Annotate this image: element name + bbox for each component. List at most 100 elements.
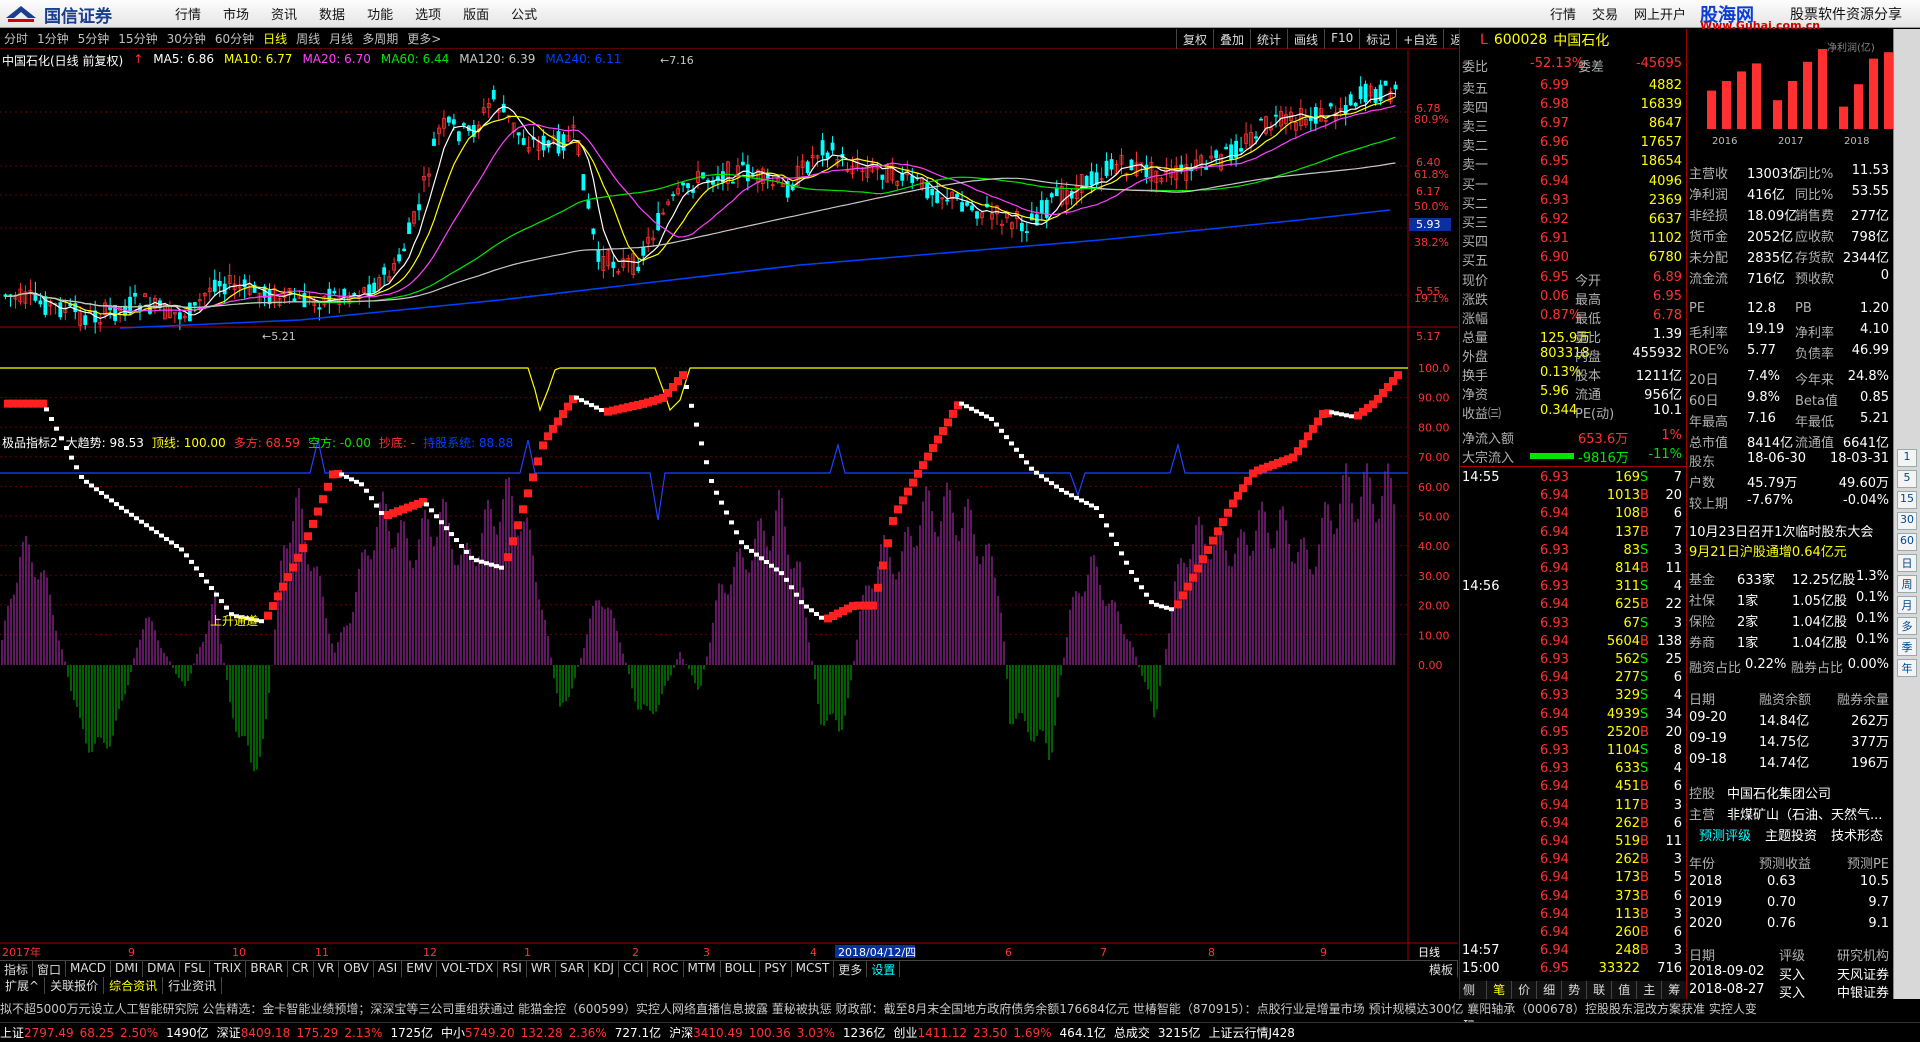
period-shortcut[interactable]: 周 xyxy=(1897,575,1917,593)
info-tab[interactable]: 行业资讯 xyxy=(163,977,223,994)
menu-item[interactable]: 市场 xyxy=(223,4,249,23)
indicator-tab[interactable]: ASI xyxy=(374,961,403,977)
index-quote[interactable]: 上证2797.49 68.25 2.50% 1490亿 xyxy=(0,1024,209,1041)
info-tab[interactable]: 综合资讯 xyxy=(104,977,164,994)
period-shortcut[interactable]: 15 xyxy=(1897,491,1917,509)
period-shortcut[interactable]: 季 xyxy=(1897,638,1917,656)
indicator-tab[interactable]: CR xyxy=(288,961,314,977)
menu-item[interactable]: 公式 xyxy=(511,4,537,23)
info-tab[interactable]: 扩展^ xyxy=(0,977,46,994)
indicator-tab[interactable]: TRIX xyxy=(210,961,247,977)
tick-tab[interactable]: 筹 xyxy=(1661,981,1686,999)
tick-tab[interactable]: 笔 xyxy=(1486,981,1511,999)
f10-panel: 净利润(亿) 2016 2017 2018 主营收 13003亿 同比% 11.53 净利润 4… xyxy=(1686,29,1893,1001)
tick-volume: 5604 xyxy=(1606,633,1640,649)
chart-tool-button[interactable]: 叠加 xyxy=(1213,29,1250,49)
menu-open-account[interactable]: 网上开户 xyxy=(1634,4,1686,23)
period-tab[interactable]: 更多> xyxy=(407,30,441,47)
indicator-tab[interactable]: OBV xyxy=(339,961,374,977)
chart-tool-button[interactable]: 画线 xyxy=(1287,29,1324,49)
chart-tool-button[interactable]: 统计 xyxy=(1250,29,1287,49)
indicator-tab[interactable]: CCI xyxy=(619,961,649,977)
indicator-tab[interactable]: DMA xyxy=(143,961,180,977)
indicator-tab[interactable]: WR xyxy=(527,961,557,977)
news-item[interactable]: 10月23日召开1次临时股东大会 xyxy=(1689,521,1873,540)
index-quote[interactable]: 深证8409.18 175.29 2.13% 1725亿 xyxy=(217,1024,433,1041)
indicator-tab[interactable]: ROC xyxy=(648,961,684,977)
tick-tab[interactable]: 主 xyxy=(1636,981,1661,999)
index-quote[interactable]: 创业1411.12 23.50 1.69% 464.1亿 xyxy=(893,1024,1105,1041)
indicator-tab[interactable]: EMV xyxy=(402,961,438,977)
tick-tab[interactable]: 价 xyxy=(1511,981,1536,999)
indicator-tab[interactable]: VR xyxy=(314,961,340,977)
f10-tab[interactable]: 技术形态 xyxy=(1831,825,1883,844)
menu-trade[interactable]: 交易 xyxy=(1592,4,1618,23)
chart-tool-button[interactable]: 标记 xyxy=(1359,29,1396,49)
period-shortcut[interactable]: 30 xyxy=(1897,512,1917,530)
indicator-tab[interactable]: BRAR xyxy=(246,961,289,977)
indicator-tab[interactable]: 更多 xyxy=(834,961,868,977)
f10-label: 应收款 xyxy=(1795,230,1835,245)
tick-tab[interactable]: 值 xyxy=(1611,981,1636,999)
info-tab[interactable]: 关联报价 xyxy=(45,977,105,994)
news-ticker[interactable]: 拟不超5000万元设立人工智能研究院 公告精选：金卡智能业绩预增；深深宝等三公司… xyxy=(0,1000,1920,1020)
period-shortcut[interactable]: 日 xyxy=(1897,554,1917,572)
indicator-tab[interactable]: VOL-TDX xyxy=(437,961,499,977)
indicator-tab[interactable]: SAR xyxy=(556,961,590,977)
trend-dot xyxy=(749,548,754,553)
menu-item[interactable]: 行情 xyxy=(175,4,201,23)
period-shortcut[interactable]: 多 xyxy=(1897,617,1917,635)
period-tab[interactable]: 分时 xyxy=(4,30,28,47)
period-tab[interactable]: 多周期 xyxy=(362,30,398,47)
tick-tab[interactable]: 联 xyxy=(1586,981,1611,999)
indicator-tab[interactable]: BOLL xyxy=(721,961,761,977)
period-shortcut[interactable]: 月 xyxy=(1897,596,1917,614)
period-shortcut[interactable]: 5 xyxy=(1897,470,1917,488)
tick-tab[interactable]: 势 xyxy=(1561,981,1586,999)
chart-tool-button[interactable]: 复权 xyxy=(1176,29,1213,49)
period-tab[interactable]: 60分钟 xyxy=(215,30,254,47)
period-tab[interactable]: 日线 xyxy=(263,30,287,47)
sidebar-toggle[interactable]: 侧边栏>> xyxy=(1460,981,1486,1042)
menu-item[interactable]: 功能 xyxy=(367,4,393,23)
index-quote[interactable]: 沪深3410.49 100.36 3.03% 1236亿 xyxy=(669,1024,885,1041)
quote-row: 6.94 262 B 6 xyxy=(1460,815,1686,834)
kline-chart[interactable]: ←7.16←5.216.786.406.175.935.555.1780.9%6… xyxy=(0,50,1458,960)
period-tab[interactable]: 15分钟 xyxy=(118,30,157,47)
period-tab[interactable]: 1分钟 xyxy=(37,30,69,47)
menu-item[interactable]: 资讯 xyxy=(271,4,297,23)
trend-dot xyxy=(44,407,49,412)
menu-item[interactable]: 版面 xyxy=(463,4,489,23)
chart-tool-button[interactable]: +自选 xyxy=(1396,29,1443,49)
ticker-text[interactable]: 拟不超5000万元设立人工智能研究院 公告精选：金卡智能业绩预增；深深宝等三公司… xyxy=(0,1002,1757,1016)
indicator-tab[interactable]: MTM xyxy=(684,961,721,977)
indicator-tab[interactable]: KDJ xyxy=(589,961,620,977)
margin-date: 09-20 xyxy=(1689,710,1727,725)
f10-row: PE 12.8 PB 1.20 xyxy=(1687,299,1893,319)
indicator-tab[interactable]: 窗口 xyxy=(33,961,67,977)
indicator-tab[interactable]: MACD xyxy=(66,961,112,977)
period-tab[interactable]: 周线 xyxy=(296,30,320,47)
menu-item[interactable]: 数据 xyxy=(319,4,345,23)
indicator-tab[interactable]: RSI xyxy=(498,961,527,977)
indicator-tab[interactable]: DMI xyxy=(111,961,144,977)
news-item[interactable]: 9月21日沪股通增0.64亿元 xyxy=(1689,541,1847,560)
period-tab[interactable]: 5分钟 xyxy=(78,30,110,47)
menu-item[interactable]: 选项 xyxy=(415,4,441,23)
indicator-tab[interactable]: 设置 xyxy=(867,961,901,977)
trend-dot xyxy=(1314,417,1322,426)
period-shortcut[interactable]: 1 xyxy=(1897,449,1917,467)
template-button[interactable]: 模板 xyxy=(1425,961,1458,977)
indicator-tab[interactable]: FSL xyxy=(180,961,210,977)
period-shortcut[interactable]: 60 xyxy=(1897,533,1917,551)
period-tab[interactable]: 月线 xyxy=(329,30,353,47)
chart-tool-button[interactable]: F10 xyxy=(1324,29,1359,49)
indicator-tab[interactable]: PSY xyxy=(760,961,792,977)
period-tab[interactable]: 30分钟 xyxy=(167,30,206,47)
indicator-tab[interactable]: MCST xyxy=(792,961,835,977)
indicator-tab[interactable]: 指标 xyxy=(0,961,34,977)
period-shortcut[interactable]: 年 xyxy=(1897,659,1917,677)
tick-tab[interactable]: 细 xyxy=(1536,981,1561,999)
index-quote[interactable]: 中小5749.20 132.28 2.36% 727.1亿 xyxy=(441,1024,661,1041)
menu-quote[interactable]: 行情 xyxy=(1550,4,1576,23)
